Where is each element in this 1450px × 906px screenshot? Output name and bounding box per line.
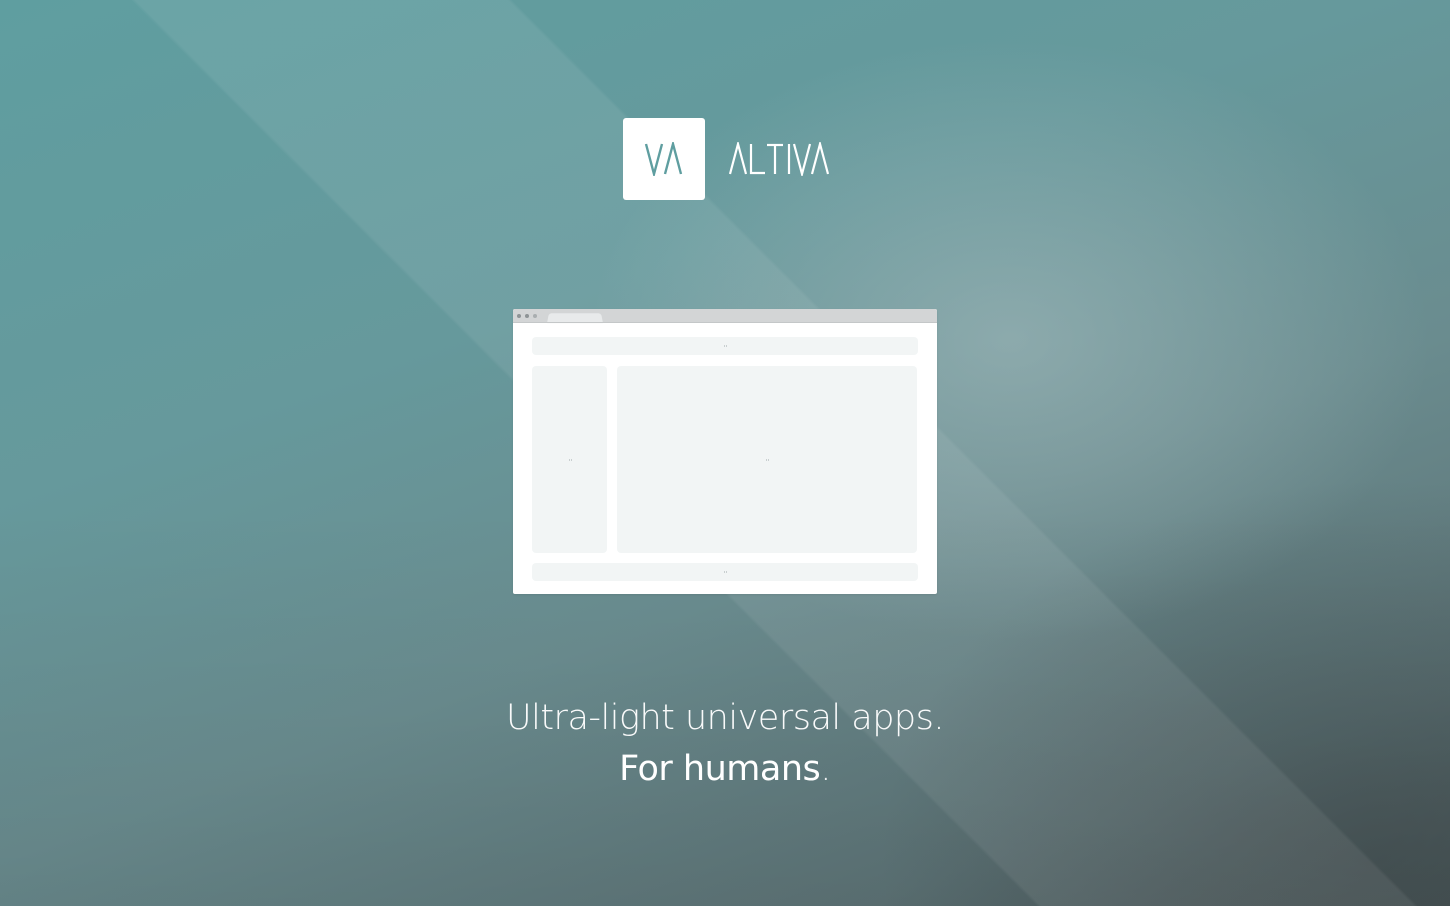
browser-bar-divider xyxy=(513,322,937,323)
browser-mockup xyxy=(513,309,937,594)
mockup-footer-pane xyxy=(532,563,918,581)
mockup-content-pane xyxy=(617,366,917,553)
tagline-line-2: For humans. xyxy=(0,749,1450,789)
mockup-sidebar-pane xyxy=(532,366,607,553)
window-close-dot-icon xyxy=(517,314,521,318)
pane-marker-icon xyxy=(724,345,727,347)
logo-mark-icon xyxy=(623,118,705,200)
tagline-emphasis: For humans xyxy=(619,749,821,789)
browser-title-bar xyxy=(513,309,937,324)
window-maximize-dot-icon xyxy=(533,314,537,318)
tagline-period: . xyxy=(820,749,831,789)
tagline-line-1: Ultra-light universal apps. xyxy=(505,698,945,738)
brand-logo xyxy=(623,118,829,200)
window-minimize-dot-icon xyxy=(525,314,529,318)
pane-marker-icon xyxy=(724,571,727,573)
brand-wordmark xyxy=(729,142,829,176)
pane-marker-icon xyxy=(766,458,769,461)
mockup-header-pane xyxy=(532,337,918,355)
pane-marker-icon xyxy=(568,458,572,461)
